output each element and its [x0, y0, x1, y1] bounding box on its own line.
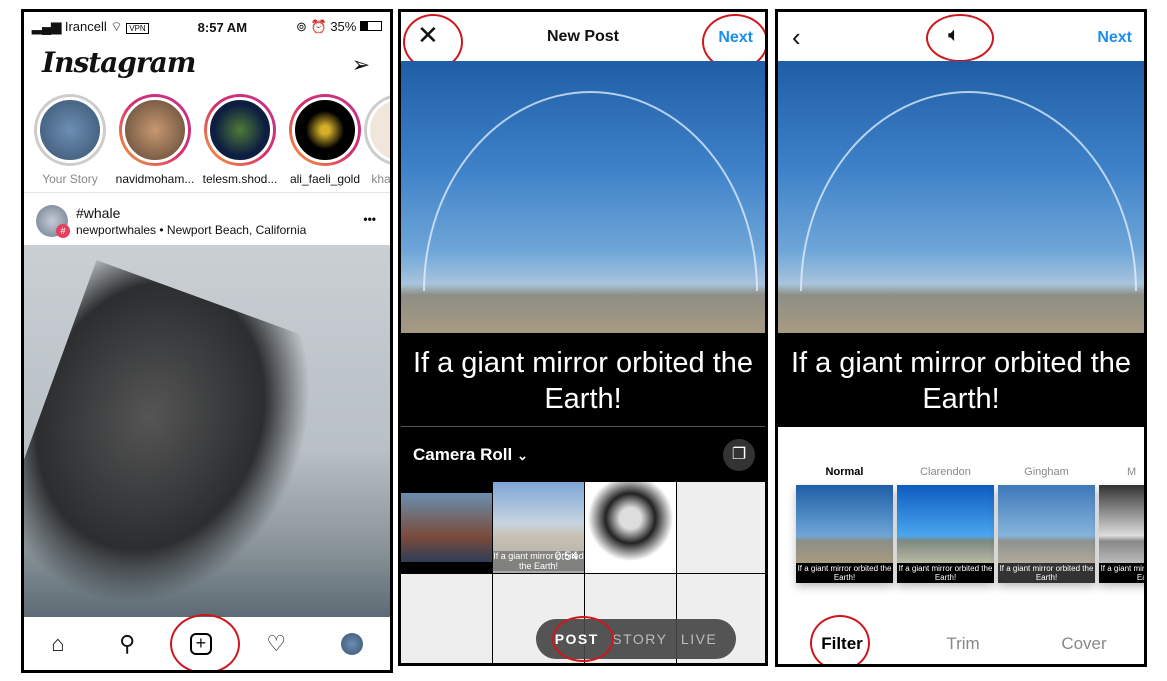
home-icon[interactable]: ⌂ [51, 631, 64, 657]
multi-select-icon[interactable]: ❐ [723, 439, 755, 471]
video-duration: 0:54 [554, 549, 578, 563]
grid-thumb[interactable] [401, 574, 492, 663]
video-preview[interactable] [401, 61, 765, 333]
story-item[interactable]: khay [364, 94, 390, 186]
story-item[interactable]: telesm.shod... [199, 94, 281, 186]
search-icon[interactable]: ⚲ [119, 631, 135, 657]
album-selector[interactable]: Camera Roll ⌄ [401, 428, 765, 484]
highlight-circle [552, 616, 614, 662]
edit-screen: ‹ 🔈︎ Next If a giant mirror orbited the … [775, 9, 1147, 667]
filter-m[interactable]: If a giant mirror orbited the Earth! [1099, 485, 1144, 583]
page-title: New Post [546, 27, 619, 45]
battery-icon [359, 21, 382, 31]
alarm-icon: ⏰ [310, 19, 327, 34]
mode-live[interactable]: LIVE [681, 631, 717, 647]
video-caption: If a giant mirror orbited the Earth! [401, 333, 765, 427]
grid-thumb[interactable] [401, 482, 492, 573]
post-hashtag[interactable]: #whale [76, 205, 120, 221]
heart-icon[interactable]: ♡ [266, 631, 286, 657]
tab-cover[interactable]: Cover [1034, 634, 1134, 654]
carrier: Irancell [64, 19, 107, 34]
post-photo-whale[interactable] [24, 245, 390, 650]
filter-normal[interactable]: If a giant mirror orbited the Earth! [796, 485, 893, 583]
highlight-circle [170, 614, 240, 670]
story-your-story[interactable]: Your Story [29, 94, 111, 186]
grid-thumb[interactable] [677, 482, 765, 573]
highlight-circle [810, 615, 870, 664]
vpn-badge: VPN [126, 23, 149, 34]
post-location[interactable]: newportwhales • Newport Beach, Californi… [76, 223, 306, 237]
chevron-down-icon: ⌄ [516, 448, 528, 463]
new-post-screen: New Post ✕ Next If a giant mirror orbite… [398, 9, 768, 666]
hashtag-icon: # [56, 224, 70, 238]
signal-icon: ▂▄▆ [32, 19, 62, 34]
video-caption: If a giant mirror orbited the Earth! [778, 333, 1144, 427]
highlight-circle [926, 14, 994, 62]
filter-label: Normal [825, 466, 864, 478]
tab-trim[interactable]: Trim [913, 634, 1013, 654]
lock-icon: ⊚ [295, 19, 307, 34]
video-preview[interactable] [778, 61, 1144, 333]
grid-thumb[interactable] [585, 482, 676, 573]
more-options-icon[interactable]: ••• [363, 212, 376, 226]
grid-thumb-video[interactable]: If a giant mirror orbited the Earth! 0:54 [493, 482, 584, 573]
story-item[interactable]: ali_faeli_gold [284, 94, 366, 186]
profile-avatar[interactable] [340, 633, 363, 655]
back-icon[interactable]: ‹ [792, 22, 801, 53]
filter-label: Clarendon [920, 466, 971, 478]
direct-message-icon[interactable]: ➢ [352, 52, 370, 78]
next-button[interactable]: Next [1097, 29, 1132, 47]
wifi-icon: ⌔ [110, 19, 123, 34]
filter-label: M [1127, 466, 1137, 478]
filter-label: Gingham [1024, 466, 1069, 478]
story-item[interactable]: navidmoham... [114, 94, 196, 186]
status-bar: ▂▄▆ Irancell ⌔ VPN 8:57 AM ⊚ ⏰ 35% [32, 18, 382, 36]
filter-clarendon[interactable]: If a giant mirror orbited the Earth! [897, 485, 994, 583]
instagram-logo: Instagram [42, 46, 196, 79]
filter-gingham[interactable]: If a giant mirror orbited the Earth! [998, 485, 1095, 583]
mode-story[interactable]: STORY [612, 631, 667, 647]
feed-screen: ▂▄▆ Irancell ⌔ VPN 8:57 AM ⊚ ⏰ 35% Insta… [21, 9, 393, 673]
whale-shape [24, 260, 341, 650]
battery-level: 35% [330, 19, 357, 34]
divider [401, 426, 765, 427]
clock: 8:57 AM [197, 19, 248, 35]
divider [24, 192, 390, 193]
